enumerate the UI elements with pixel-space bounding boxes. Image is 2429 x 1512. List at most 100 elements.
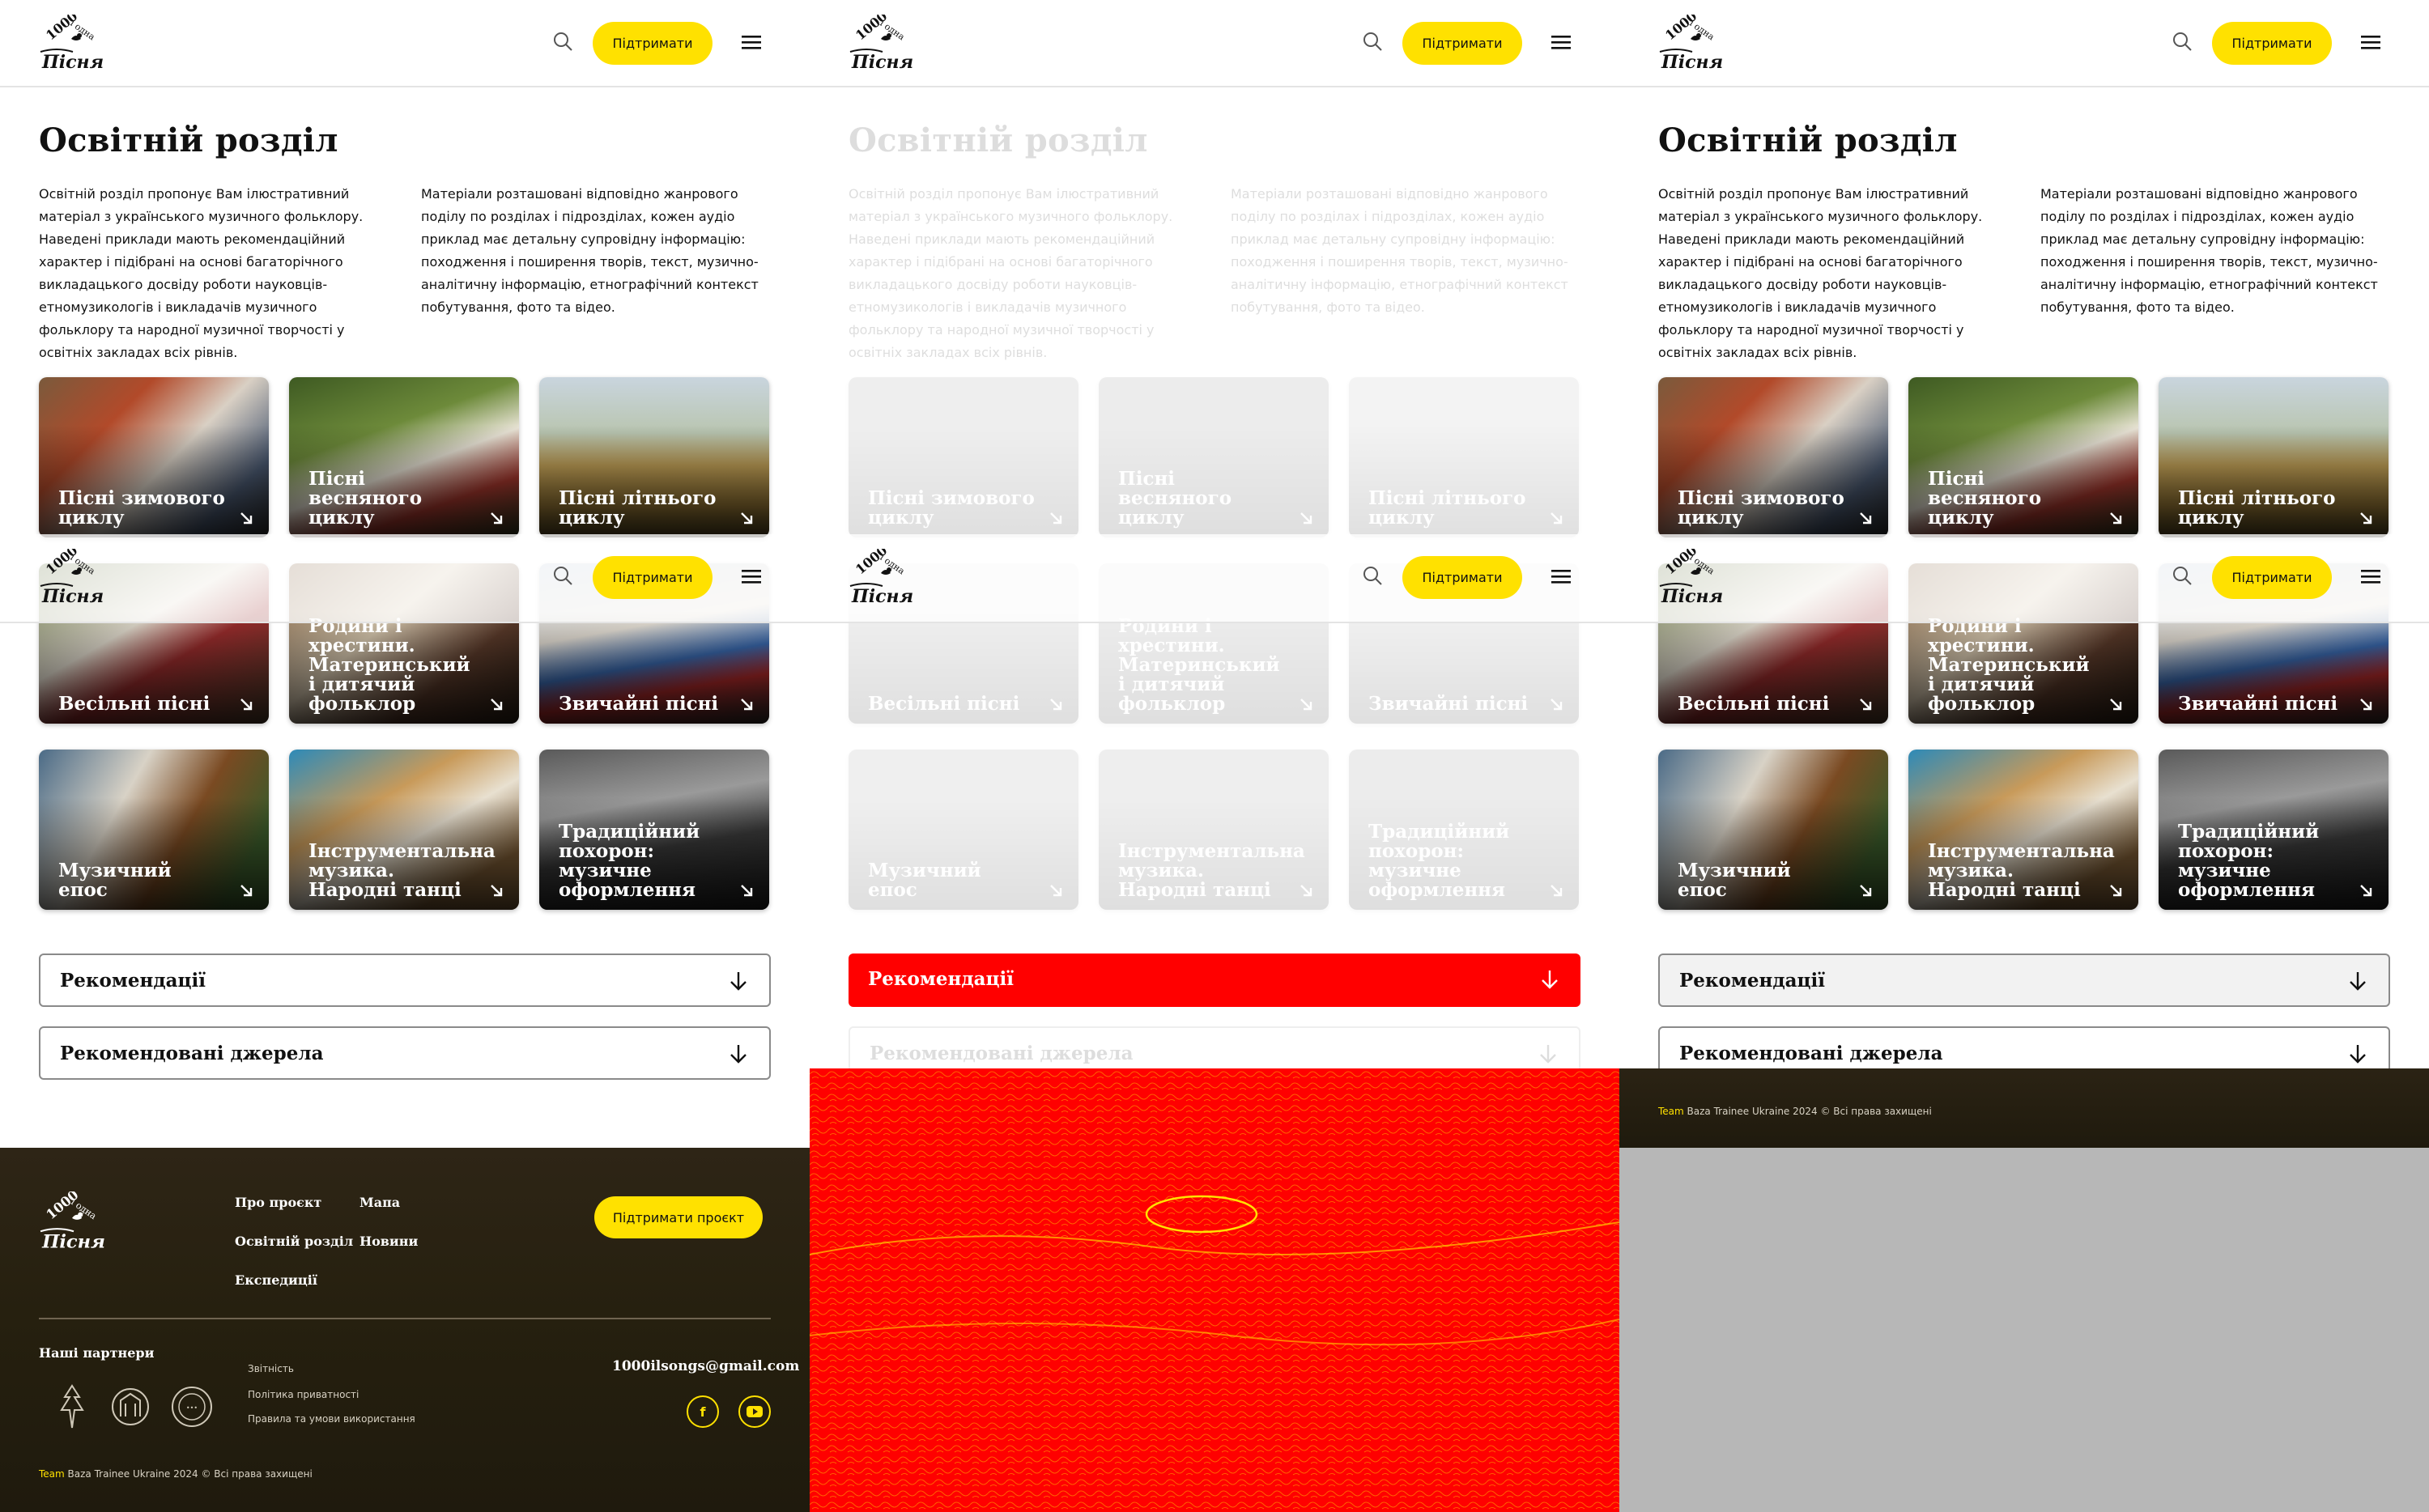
copyright: Team Baza Trainee Ukraine 2024 © Всі пра… bbox=[39, 1468, 313, 1480]
hamburger-menu-icon[interactable] bbox=[740, 31, 763, 53]
footer-strip: Team Baza Trainee Ukraine 2024 © Всі пра… bbox=[1619, 1068, 2429, 1148]
arrow-down-right-icon bbox=[238, 510, 254, 526]
accordion-recommendations-highlighted[interactable]: Рекомендації bbox=[849, 953, 1580, 1007]
footer-link-privacy[interactable]: Політика приватності bbox=[248, 1389, 359, 1400]
footer-link-about[interactable]: Про проєкт bbox=[235, 1195, 321, 1210]
site-footer: Про проєкт Мапа Освітній розділ Новини Е… bbox=[0, 1148, 810, 1512]
card-spring-songs[interactable]: Пісні весняного циклу bbox=[289, 377, 519, 537]
search-icon[interactable] bbox=[551, 563, 575, 588]
hamburger-menu-icon[interactable] bbox=[2359, 31, 2382, 53]
hamburger-menu-icon[interactable] bbox=[740, 565, 763, 588]
site-logo[interactable] bbox=[1658, 549, 1725, 609]
arrow-down-right-icon bbox=[1857, 882, 1874, 898]
card-traditional-funeral[interactable]: Традиційний похорон: музичне оформлення bbox=[2159, 750, 2389, 910]
intro-text-left: Освітній розділ пропонує Вам ілюстративн… bbox=[39, 186, 364, 360]
card-summer-songs[interactable]: Пісні літнього циклу bbox=[2159, 377, 2389, 537]
card-label: Музичний епос bbox=[58, 860, 172, 901]
card-label: Пісні літнього циклу bbox=[559, 487, 717, 529]
card-label: Звичайні пісні bbox=[2178, 693, 2338, 715]
site-logo[interactable] bbox=[1658, 15, 1725, 74]
site-logo[interactable] bbox=[849, 15, 915, 74]
support-button[interactable]: Підтримати bbox=[2212, 22, 2332, 65]
partner-logo-3[interactable]: ••• bbox=[170, 1382, 214, 1431]
intro-text-right: Матеріали розташовані відповідно жанрово… bbox=[2040, 186, 2378, 315]
page-title: Освітній розділ bbox=[39, 121, 338, 159]
youtube-icon[interactable] bbox=[738, 1395, 771, 1428]
footer-logo[interactable] bbox=[39, 1191, 107, 1256]
site-logo[interactable] bbox=[39, 549, 105, 609]
search-icon[interactable] bbox=[551, 29, 575, 53]
footer-link-news[interactable]: Новини bbox=[359, 1234, 418, 1249]
page-panel-hover: Підтримати Освітній розділ Освітній розд… bbox=[1619, 0, 2429, 1512]
arrow-down-right-icon bbox=[1857, 696, 1874, 712]
intro-text-right: Матеріали розташовані відповідно жанрово… bbox=[421, 186, 759, 315]
support-button[interactable]: Підтримати bbox=[593, 556, 713, 599]
accordion-recommended-sources[interactable]: Рекомендовані джерела bbox=[39, 1026, 771, 1080]
accordion-title: Рекомендації bbox=[1679, 970, 1826, 992]
arrow-down-right-icon bbox=[2108, 510, 2124, 526]
card-instrumental-music[interactable]: Інструментальна музика. Народні танці bbox=[1908, 750, 2138, 910]
accordion-recommendations-hover[interactable]: Рекомендації bbox=[1658, 953, 2390, 1007]
support-button[interactable]: Підтримати bbox=[593, 22, 713, 65]
card-music-epos[interactable]: Музичний епос bbox=[39, 750, 269, 910]
hamburger-menu-icon[interactable] bbox=[2359, 565, 2382, 588]
arrow-down-right-icon bbox=[488, 882, 504, 898]
sticky-header: Підтримати bbox=[0, 534, 810, 623]
card-traditional-funeral[interactable]: Традиційний похорон: музичне оформлення bbox=[539, 750, 769, 910]
search-icon[interactable] bbox=[1360, 563, 1385, 588]
facebook-icon[interactable]: f bbox=[687, 1395, 719, 1428]
card-label: Музичний епос bbox=[1678, 860, 1791, 901]
card-instrumental-music[interactable]: Інструментальна музика. Народні танці bbox=[289, 750, 519, 910]
card-label: Інструментальна музика. Народні танці bbox=[308, 840, 496, 901]
hamburger-menu-icon[interactable] bbox=[1550, 565, 1572, 588]
site-logo[interactable] bbox=[849, 549, 915, 609]
accordion-title: Рекомендовані джерела bbox=[60, 1043, 324, 1064]
footer-link-map[interactable]: Мапа bbox=[359, 1195, 400, 1210]
hamburger-menu-icon[interactable] bbox=[1550, 31, 1572, 53]
card-winter-songs[interactable]: Пісні зимового циклу bbox=[39, 377, 269, 537]
support-project-button[interactable]: Підтримати проєкт bbox=[594, 1196, 763, 1238]
accordion-recommendations[interactable]: Рекомендації bbox=[39, 953, 771, 1007]
footer-link-terms[interactable]: Правила та умови використання bbox=[248, 1413, 415, 1425]
footer-divider bbox=[39, 1318, 771, 1319]
footer-link-expeditions[interactable]: Експедиції bbox=[235, 1272, 317, 1288]
support-button[interactable]: Підтримати bbox=[1402, 22, 1522, 65]
card-label: Пісні весняного циклу bbox=[1928, 468, 2042, 529]
accordion-title: Рекомендовані джерела bbox=[1679, 1043, 1943, 1064]
partners-title: Наші партнери bbox=[39, 1345, 155, 1361]
footer-link-education[interactable]: Освітній розділ bbox=[235, 1234, 353, 1249]
accordion-title: Рекомендації bbox=[868, 968, 1015, 990]
support-button[interactable]: Підтримати bbox=[1402, 556, 1522, 599]
support-button[interactable]: Підтримати bbox=[2212, 556, 2332, 599]
arrow-down-icon bbox=[727, 1043, 750, 1065]
intro-text-left: Освітній розділ пропонує Вам ілюстративн… bbox=[1658, 186, 1983, 360]
search-icon[interactable] bbox=[1360, 29, 1385, 53]
arrow-down-icon bbox=[2346, 1043, 2369, 1065]
card-label: Весільні пісні bbox=[58, 693, 211, 715]
card-music-epos[interactable]: Музичний епос bbox=[1658, 750, 1888, 910]
partner-logo-1[interactable] bbox=[50, 1382, 94, 1431]
sticky-header: Підтримати bbox=[810, 534, 1619, 623]
card-spring-songs[interactable]: Пісні весняного циклу bbox=[1908, 377, 2138, 537]
svg-text:•••: ••• bbox=[186, 1404, 198, 1412]
card-summer-songs[interactable]: Пісні літнього циклу bbox=[539, 377, 769, 537]
page-panel-normal: Підтримати Освітній розділ Освітній розд… bbox=[0, 0, 810, 1512]
arrow-down-right-icon bbox=[2358, 696, 2374, 712]
arrow-down-right-icon bbox=[1857, 510, 1874, 526]
accordion-title: Рекомендації bbox=[60, 970, 206, 992]
partner-logo-2[interactable] bbox=[108, 1382, 152, 1431]
card-winter-songs[interactable]: Пісні зимового циклу bbox=[1658, 377, 1888, 537]
page-title: Освітній розділ bbox=[1658, 121, 1958, 159]
card-label: Пісні літнього циклу bbox=[2178, 487, 2336, 529]
arrow-down-right-icon bbox=[238, 696, 254, 712]
sticky-header: Підтримати bbox=[1619, 534, 2429, 623]
search-icon[interactable] bbox=[2170, 563, 2194, 588]
arrow-down-right-icon bbox=[738, 882, 755, 898]
page-panel-highlight: Підтримати Освітній розділ Освітній розд… bbox=[810, 0, 1619, 1512]
footer-link-reports[interactable]: Звітність bbox=[248, 1363, 294, 1374]
contact-email[interactable]: 1000ilsongs@gmail.com bbox=[612, 1358, 799, 1374]
site-logo[interactable] bbox=[39, 15, 105, 74]
search-icon[interactable] bbox=[2170, 29, 2194, 53]
card-label: Весільні пісні bbox=[1678, 693, 1830, 715]
site-header: Підтримати bbox=[0, 0, 810, 87]
